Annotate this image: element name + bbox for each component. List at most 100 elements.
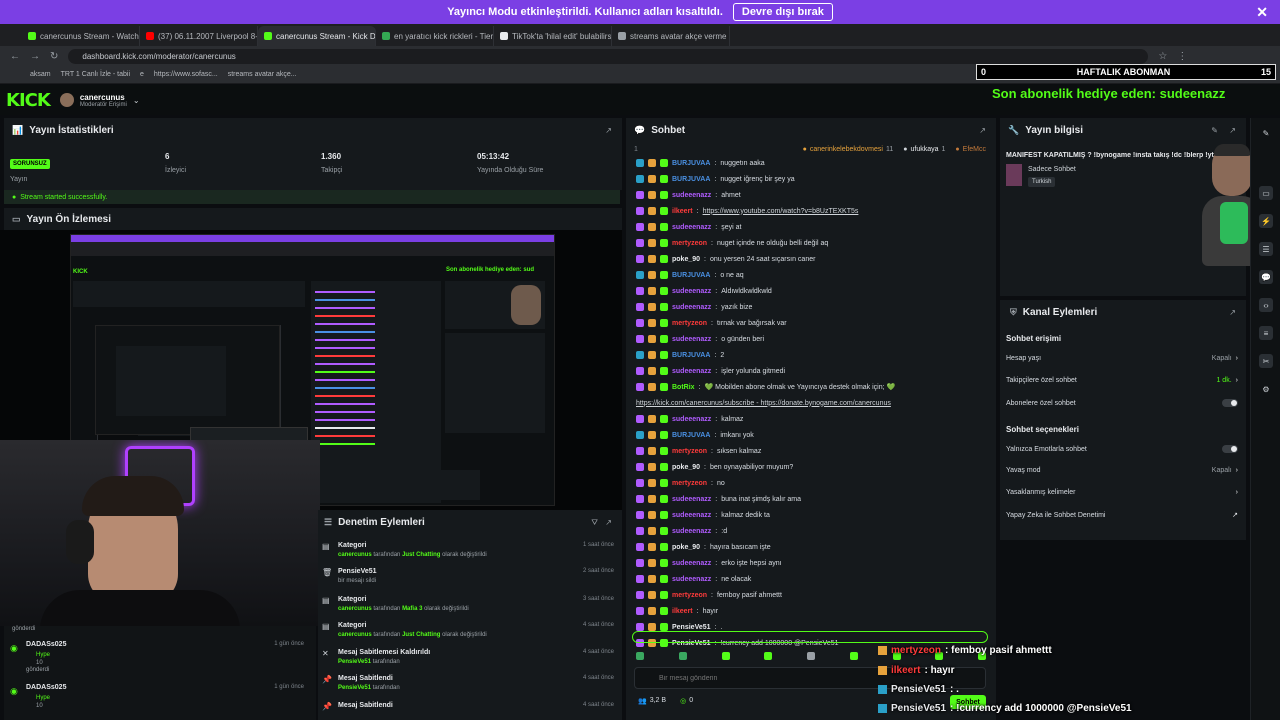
setting-row[interactable]: Takipçilere özel sohbet 1 dk. › (1006, 377, 1238, 384)
chat-message[interactable]: sudeeenazz: işler yolunda gitmedi (636, 364, 785, 378)
setting-row[interactable]: Yasaklanmış kelimeler › (1006, 489, 1238, 496)
bookmark-item[interactable]: TRT 1 Canlı İzle - tabii (61, 71, 130, 78)
setting-value[interactable]: Kapalı › (1212, 355, 1238, 362)
chat-username[interactable]: mertyzeon (672, 448, 707, 455)
chat-username[interactable]: BURJUVAA (672, 160, 710, 167)
chat-message[interactable]: BURJUVAA: o ne aq (636, 268, 744, 282)
menu-icon[interactable]: ⋮ (1177, 51, 1187, 62)
emote-icon[interactable] (807, 652, 815, 660)
chat-message[interactable]: ilkeert: hayır (636, 604, 718, 618)
chat-message[interactable]: mertyzeon: sıksen kalmaz (636, 444, 761, 458)
pencil-icon[interactable]: ✎ (1259, 126, 1273, 140)
chat-username[interactable]: ilkeert (672, 608, 693, 615)
chat-message[interactable]: sudeeenazz: ne olacak (636, 572, 751, 586)
chat-username[interactable]: sudeeenazz (672, 560, 711, 567)
chat-message[interactable]: mertyzeon: nuget içinde ne olduğu belli d… (636, 236, 828, 250)
bookmark-item[interactable]: e (140, 71, 144, 78)
chat-username[interactable]: BotRix (672, 384, 695, 391)
chat-username[interactable]: BURJUVAA (672, 432, 710, 439)
back-icon[interactable]: ← (10, 51, 20, 62)
forward-icon[interactable]: → (30, 51, 40, 62)
chat-message[interactable]: mertyzeon: tırnak var bağırsak var (636, 316, 787, 330)
chat-username[interactable]: BURJUVAA (672, 272, 710, 279)
bookmark-item[interactable]: https://www.sofasc... (154, 71, 218, 78)
chat-message[interactable]: sudeeenazz: şeyi at (636, 220, 741, 234)
chat-username[interactable]: sudeeenazz (672, 368, 711, 375)
browser-tab[interactable]: en yaratıcı kick rickleri - Tier Lis (376, 26, 494, 46)
popout-icon[interactable]: ↗ (979, 126, 986, 135)
chat-message[interactable]: sudeeenazz: kalmaz (636, 412, 743, 426)
chat-username[interactable]: poke_90 (672, 464, 700, 471)
chat-message[interactable]: sudeeenazz::d (636, 524, 727, 538)
popout-icon[interactable]: ↗ (605, 518, 612, 527)
chat-message[interactable]: BURJUVAA:2 (636, 348, 724, 362)
chat-username[interactable]: poke_90 (672, 256, 700, 263)
setting-row[interactable]: Yapay Zeka ile Sohbet Denetimi ↗ (1006, 511, 1238, 520)
setting-value[interactable]: Kapalı › (1212, 467, 1238, 474)
chat-username[interactable]: sudeeenazz (672, 416, 711, 423)
emote-icon[interactable] (636, 652, 644, 660)
star-icon[interactable]: ☆ (1158, 51, 1167, 62)
chat-username[interactable]: BURJUVAA (672, 176, 710, 183)
kick-logo[interactable]: KICK (6, 90, 51, 111)
stack-icon[interactable]: ≡ (1259, 326, 1273, 340)
chat-username[interactable]: sudeeenazz (672, 528, 711, 535)
chat-username[interactable]: sudeeenazz (672, 304, 711, 311)
code-icon[interactable]: ‹› (1259, 298, 1273, 312)
setting-row[interactable]: Hesap yaşı Kapalı › (1006, 355, 1238, 362)
chat-message[interactable]: mertyzeon: no (636, 476, 725, 490)
chat-username[interactable]: sudeeenazz (672, 512, 711, 519)
chat-message[interactable]: BURJUVAA: nugget iğrenç bir şey ya (636, 172, 795, 186)
setting-value[interactable]: › (1232, 489, 1238, 496)
setting-row[interactable]: Abonelere özel sohbet (1006, 399, 1238, 407)
list-icon[interactable]: ☰ (1259, 242, 1273, 256)
chat-username[interactable]: PensieVe51 (672, 624, 711, 631)
setting-value[interactable]: 1 dk. › (1216, 377, 1238, 384)
settings-icon[interactable]: ⚙ (1259, 382, 1273, 396)
emote-icon[interactable] (721, 652, 730, 660)
chat-message[interactable]: poke_90: hayıra basıcam işte (636, 540, 771, 554)
chat-username[interactable]: poke_90 (672, 544, 700, 551)
chat-message[interactable]: sudeeenazz: yazık bize (636, 300, 752, 314)
channel-switcher[interactable]: canercunus Moderatör Erişimi ⌄ (59, 93, 140, 108)
chat-message[interactable]: sudeeenazz: o günden beri (636, 332, 764, 346)
filter-icon[interactable]: ⛛ (591, 518, 598, 528)
chat-icon[interactable]: 💬 (1259, 270, 1273, 284)
setting-value[interactable]: ↗ (1228, 511, 1238, 519)
setting-value[interactable] (1222, 399, 1238, 407)
chat-message[interactable]: sudeeenazz: buna inat şimdş kalır ama (636, 492, 801, 506)
browser-tab[interactable]: canercunus Stream - Watch Liv (22, 26, 140, 46)
chat-username[interactable]: mertyzeon (672, 592, 707, 599)
toggle-switch[interactable] (1222, 445, 1238, 453)
popout-icon[interactable]: ↗ (1229, 308, 1236, 317)
chat-message[interactable]: poke_90: ben oynayabiliyor muyum? (636, 460, 793, 474)
url-field[interactable]: dashboard.kick.com/moderator/canercunus (68, 48, 1149, 64)
chat-message[interactable]: BURJUVAA: nuggetın aaka (636, 156, 765, 170)
chat-link[interactable]: https://kick.com/canercunus/subscribe - … (636, 400, 891, 407)
chat-message[interactable]: sudeeenazz: kalmaz dedik ta (636, 508, 770, 522)
chat-username[interactable]: sudeeenazz (672, 576, 711, 583)
chat-message[interactable]: ilkeert: https://www.youtube.com/watch?v=… (636, 204, 858, 218)
emote-icon[interactable] (849, 652, 858, 660)
disable-button[interactable]: Devre dışı bırak (732, 3, 833, 21)
chat-message[interactable]: https://kick.com/canercunus/subscribe - … (636, 396, 891, 410)
chat-message[interactable]: poke_90: onu yersen 24 saat sıçarsın cane… (636, 252, 815, 266)
chat-message[interactable]: BURJUVAA: imkanı yok (636, 428, 754, 442)
chat-message[interactable]: BotRix: 💚 Mobilden abone olmak ve Yayıncı… (636, 380, 895, 394)
toggle-switch[interactable] (1222, 399, 1238, 407)
chat-message[interactable]: sudeeenazz: Aldıwldkwldkwld (636, 284, 772, 298)
reload-icon[interactable]: ↻ (50, 51, 58, 62)
browser-tab[interactable]: (37) 06.11.2007 Liverpool 8-0 B (140, 26, 258, 46)
browser-tab[interactable]: TikTok'ta 'hilal edit' bulabilirsin (494, 26, 612, 46)
chat-username[interactable]: sudeeenazz (672, 496, 711, 503)
popout-icon[interactable]: ↗ (1229, 126, 1236, 135)
setting-row[interactable]: Yalnızca Emotlarla sohbet (1006, 445, 1238, 453)
chat-message[interactable]: mertyzeon: femboy pasif ahmettt (636, 588, 782, 602)
chat-username[interactable]: mertyzeon (672, 240, 707, 247)
chat-username[interactable]: sudeeenazz (672, 192, 711, 199)
tools-icon[interactable]: ✂ (1259, 354, 1273, 368)
chat-link[interactable]: https://www.youtube.com/watch?v=b8UzTEXK… (703, 208, 859, 215)
bolt-icon[interactable]: ⚡ (1259, 214, 1273, 228)
setting-value[interactable] (1222, 445, 1238, 453)
edit-icon[interactable]: ✎ (1211, 126, 1218, 135)
